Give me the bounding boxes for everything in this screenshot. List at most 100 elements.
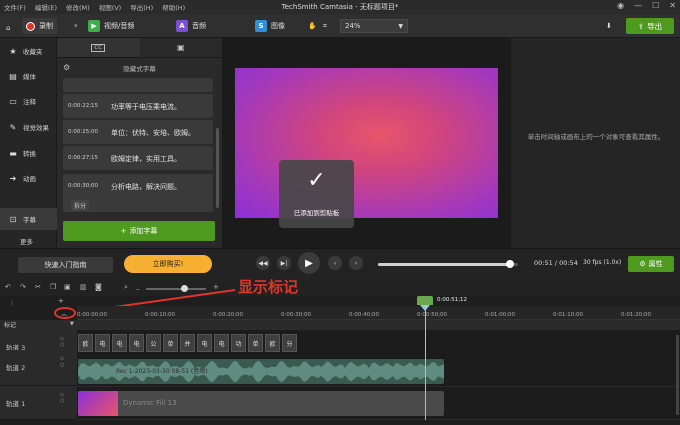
- image-icon: S: [255, 20, 267, 32]
- play-button[interactable]: ▶: [298, 252, 320, 274]
- copy-icon[interactable]: ❐: [50, 283, 56, 291]
- caption-clip[interactable]: 电: [112, 334, 127, 352]
- caption-clip[interactable]: 电: [214, 334, 229, 352]
- paste-icon[interactable]: ▣: [64, 283, 71, 291]
- chevron-down-icon[interactable]: ▼: [70, 321, 74, 327]
- caption-item[interactable]: 0:00:27;15 欧姆定律，实用工具。: [63, 146, 213, 170]
- folder-icon: ▣: [176, 43, 185, 52]
- caption-clip[interactable]: 功: [231, 334, 246, 352]
- audio-button[interactable]: A 音频: [176, 18, 206, 34]
- captions-scrollbar[interactable]: [216, 128, 219, 208]
- caption-clip[interactable]: 欧: [78, 334, 93, 352]
- sidebar-item-visual-effects[interactable]: ✎ 视觉效果: [0, 116, 57, 138]
- record-label: 录制: [39, 22, 53, 30]
- image-button[interactable]: S 图像: [255, 18, 285, 34]
- cut-icon[interactable]: ✂: [35, 283, 41, 291]
- close-icon[interactable]: ✕: [669, 1, 676, 10]
- ruler-tick: 0:00:30;00: [281, 312, 312, 318]
- ruler-tick: 0:01:20;00: [621, 312, 652, 318]
- user-icon[interactable]: ◉: [617, 1, 624, 10]
- ruler-tick: 0:00:40;00: [349, 312, 380, 318]
- caption-item[interactable]: [63, 78, 213, 92]
- zoom-in-icon[interactable]: +: [213, 283, 219, 291]
- redo-icon[interactable]: ↷: [20, 283, 26, 291]
- video-clip[interactable]: Dynamic Fill 13: [78, 391, 444, 416]
- cc-icon: CC: [91, 43, 106, 52]
- sidebar-item-animations[interactable]: ➜ 动画: [0, 167, 57, 189]
- playhead-handle[interactable]: [417, 296, 433, 305]
- step-back-icon[interactable]: ◀◀: [256, 256, 270, 270]
- add-track-icon[interactable]: +: [58, 297, 64, 305]
- video-audio-button[interactable]: ▶ 视频/音频: [88, 18, 134, 34]
- properties-button[interactable]: ⚙ 属性: [628, 256, 674, 272]
- track-height-icon[interactable]: ⋮: [9, 300, 15, 307]
- split-button[interactable]: 拆分: [71, 200, 90, 211]
- track-header-2[interactable]: 轨道 2 ⊂ ○: [0, 350, 77, 386]
- caption-clip[interactable]: 分: [282, 334, 297, 352]
- zoom-slider-handle[interactable]: [181, 285, 188, 292]
- canvas-zoom-select[interactable]: 24% ▼: [340, 19, 408, 33]
- track-lock-icon[interactable]: ⊂ ○: [60, 336, 64, 348]
- caption-clip[interactable]: 公: [146, 334, 161, 352]
- audio-icon: A: [176, 20, 188, 32]
- caption-clip[interactable]: 单: [163, 334, 178, 352]
- sidebar-item-annotations[interactable]: ▭ 注释: [0, 90, 57, 112]
- buy-now-button[interactable]: 立即购买!: [124, 255, 212, 273]
- captions-icon: ⊡: [9, 214, 17, 224]
- annotation-icon: ▭: [9, 96, 17, 106]
- maximize-icon[interactable]: ☐: [652, 1, 659, 10]
- undo-history-icon[interactable]: ⌂: [6, 20, 10, 36]
- show-markers-toggle-icon[interactable]: ︿: [61, 309, 67, 318]
- minimize-icon[interactable]: —: [634, 1, 642, 10]
- crop-tool-icon[interactable]: ⌗: [323, 18, 327, 34]
- sidebar-item-captions[interactable]: ⊡ 字幕: [0, 208, 57, 230]
- playback-scrubber[interactable]: [378, 260, 518, 268]
- download-icon[interactable]: ⬇: [606, 18, 612, 34]
- window-title: TechSmith Camtasia - 无标题项目*: [281, 3, 399, 11]
- marker-track-label: 标记: [4, 322, 17, 329]
- caption-clip[interactable]: 欧: [265, 334, 280, 352]
- transition-icon: ▬: [9, 148, 17, 158]
- zoom-search-icon[interactable]: ⌕: [124, 283, 128, 292]
- chevron-down-icon: ▼: [398, 23, 403, 30]
- canvas-preview[interactable]: [235, 68, 498, 218]
- caption-clip[interactable]: 电: [95, 334, 110, 352]
- snapshot-icon[interactable]: ◙: [95, 283, 102, 291]
- checkmark-icon: ✓: [307, 168, 326, 193]
- record-button[interactable]: 录制: [22, 18, 57, 34]
- audio-clip[interactable]: Rec 1-2023-03-30 08-51 (音频): [78, 359, 444, 384]
- caption-clip[interactable]: 电: [129, 334, 144, 352]
- undo-icon[interactable]: ↶: [5, 283, 11, 291]
- next-icon[interactable]: ›: [349, 256, 363, 270]
- timeline-zoom-slider[interactable]: [146, 285, 206, 292]
- track-lock-icon[interactable]: ⊂ ○: [60, 392, 64, 404]
- caption-item[interactable]: 0:00:25;00 单位：伏特、安培、欧姆。: [63, 120, 213, 144]
- marker-track[interactable]: [0, 320, 680, 330]
- caption-clip[interactable]: 并: [180, 334, 195, 352]
- caption-item-selected[interactable]: 0:00:30;00 分析电路，解决问题。 拆分: [63, 174, 213, 212]
- toolbar-divider-arrow: ▾: [74, 22, 78, 30]
- track-header-1[interactable]: 轨道 1 ⊂ ○: [0, 386, 77, 420]
- track-lock-icon[interactable]: ⊂ ○: [60, 356, 64, 368]
- zoom-out-icon[interactable]: –: [136, 285, 140, 293]
- timeline-vertical-scrollbar[interactable]: [676, 335, 679, 415]
- sidebar-item-transitions[interactable]: ▬ 转换: [0, 142, 57, 164]
- step-frame-back-icon[interactable]: ▶|: [277, 256, 291, 270]
- quick-start-guide-button[interactable]: 快速入门指南: [18, 257, 113, 273]
- visual-effects-icon: ✎: [9, 122, 17, 132]
- split-icon[interactable]: ▥: [80, 283, 87, 291]
- tab-captions[interactable]: CC: [57, 38, 140, 57]
- playhead-line: [425, 305, 426, 420]
- sidebar-item-media[interactable]: ▤ 媒体: [0, 65, 57, 87]
- caption-item[interactable]: 0:00:22;15 功率等于电压乘电流。: [63, 94, 213, 118]
- sidebar-item-favorites[interactable]: ★ 收藏夹: [0, 40, 57, 62]
- canvas-area[interactable]: ✓ 已添加到剪贴板: [222, 38, 510, 248]
- tab-caption-folder[interactable]: ▣: [140, 38, 223, 57]
- pan-tool-icon[interactable]: ✋: [308, 18, 317, 34]
- export-button[interactable]: ⇪ 导出: [626, 18, 674, 34]
- add-caption-button[interactable]: + 添加字幕: [63, 221, 215, 241]
- caption-clip[interactable]: 单: [248, 334, 263, 352]
- scrubber-fill: [378, 263, 511, 266]
- caption-clip[interactable]: 电: [197, 334, 212, 352]
- previous-icon[interactable]: ‹: [328, 256, 342, 270]
